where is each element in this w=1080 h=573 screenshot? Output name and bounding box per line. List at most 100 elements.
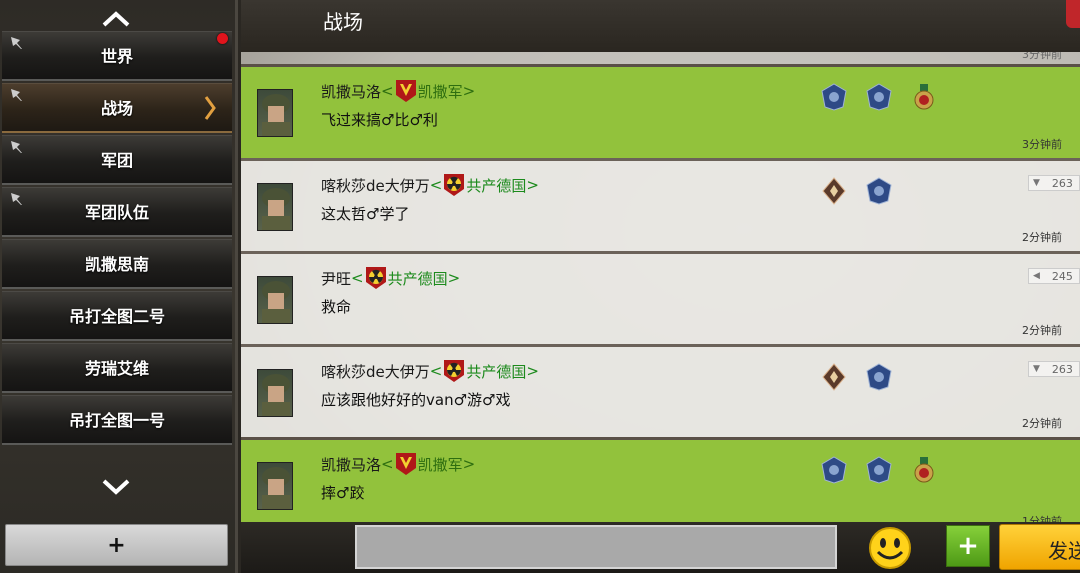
attach-button[interactable]: +: [946, 525, 990, 567]
legion-name[interactable]: 共产德国: [388, 268, 448, 289]
legion-bracket: >: [462, 455, 476, 473]
radiation-emblem-icon: [444, 360, 465, 382]
chat-panel: 战场 3分钟前 凯撒马洛 < 凯撒军 > 飞过来搞♂比♂利 3分钟前 喀秋莎de…: [241, 0, 1080, 573]
message-feed[interactable]: 3分钟前 凯撒马洛 < 凯撒军 > 飞过来搞♂比♂利 3分钟前 喀秋莎de大伊万…: [241, 52, 1080, 522]
radiation-emblem-icon: [444, 174, 465, 196]
sidebar-item-label: 军团队伍: [84, 203, 149, 222]
page-title: 战场: [323, 10, 363, 34]
sender-name[interactable]: 凯撒马洛: [321, 454, 381, 475]
triangle-icon: ◀: [1033, 271, 1040, 281]
legion-bracket: <: [429, 176, 443, 194]
sidebar-item-private-2[interactable]: 吊打全图二号: [2, 291, 232, 341]
sidebar-item-label: 吊打全图一号: [68, 411, 165, 430]
legion-bracket: >: [526, 362, 539, 380]
rank-badge-icon: [866, 456, 892, 484]
close-button[interactable]: [1066, 0, 1080, 28]
legion-bracket: >: [526, 176, 539, 194]
medal-icon: [914, 457, 934, 483]
legion-bracket: <: [381, 455, 394, 473]
legion-emblem-icon: [395, 453, 416, 475]
rank-badge-icon: [821, 456, 847, 484]
input-bar: + 发送: [241, 522, 1080, 573]
soldier-icon: [262, 94, 290, 136]
emoji-icon[interactable]: [868, 526, 912, 570]
message-item[interactable]: 凯撒马洛 < 凯撒军 > 飞过来搞♂比♂利 3分钟前: [241, 64, 1080, 158]
pin-icon: [11, 193, 22, 205]
sidebar-item-legion-team[interactable]: 军团队伍: [2, 187, 232, 237]
legion-name[interactable]: 凯撒军: [418, 454, 463, 475]
sender-name[interactable]: 尹旺: [321, 268, 351, 289]
power-tag: ▼ 263: [1028, 361, 1080, 377]
sender-name[interactable]: 喀秋莎de大伊万: [321, 175, 430, 196]
sidebar-item-label: 世界: [100, 47, 133, 66]
sender-line: 喀秋莎de大伊万 < 共产德国 >: [321, 173, 539, 197]
header: 战场: [241, 0, 1080, 52]
sender-name[interactable]: 喀秋莎de大伊万: [321, 361, 430, 382]
sidebar-item-private-4[interactable]: 吊打全图一号: [2, 395, 232, 445]
legion-name[interactable]: 凯撒军: [418, 81, 463, 102]
legion-emblem-icon: [395, 80, 416, 102]
triangle-icon: ▼: [1033, 364, 1040, 374]
power-value: 263: [1051, 176, 1073, 190]
scroll-down-button[interactable]: [0, 470, 232, 504]
sidebar-item-label: 军团: [100, 151, 133, 170]
message-text: 摔♂跤: [321, 484, 365, 502]
radiation-emblem-icon: [365, 267, 386, 289]
pin-icon: [11, 37, 22, 49]
notification-dot: [217, 33, 228, 44]
rank-badge-icon: [822, 177, 846, 205]
legion-name[interactable]: 共产德国: [466, 175, 526, 196]
rank-badge-icon: [822, 363, 846, 391]
sidebar-item-label: 凯撒思南: [84, 255, 149, 274]
power-tag: ▼ 263: [1028, 175, 1080, 191]
sidebar-item-battlefield[interactable]: 战场: [2, 83, 232, 133]
message-item[interactable]: 喀秋莎de大伊万 < 共产德国 > 应该跟他好好的van♂游♂戏 ▼ 263 2分…: [241, 344, 1080, 437]
soldier-icon: [262, 374, 290, 416]
avatar[interactable]: [257, 183, 293, 231]
message-time: 1分钟前: [1022, 515, 1062, 522]
sender-line: 喀秋莎de大伊万 < 共产德国 >: [321, 359, 539, 383]
sidebar-item-private-3[interactable]: 劳瑞艾维: [2, 343, 232, 393]
soldier-icon: [262, 467, 290, 509]
message-item[interactable]: 喀秋莎de大伊万 < 共产德国 > 这太哲♂学了 ▼ 263 2分钟前: [241, 158, 1080, 251]
sidebar-item-label: 战场: [100, 99, 133, 118]
sidebar-item-legion[interactable]: 军团: [2, 135, 232, 185]
soldier-icon: [262, 188, 290, 230]
avatar[interactable]: [257, 89, 293, 137]
pin-icon: [11, 89, 22, 101]
sidebar-item-label: 劳瑞艾维: [84, 359, 149, 378]
chevron-down-icon: [102, 479, 130, 495]
avatar[interactable]: [257, 369, 293, 417]
sender-name[interactable]: 凯撒马洛: [321, 81, 381, 102]
power-tag: ◀ 245: [1028, 268, 1080, 284]
sidebar-item-private-1[interactable]: 凯撒思南: [2, 239, 232, 289]
medal-icon: [914, 84, 934, 110]
add-channel-button[interactable]: +: [5, 524, 228, 566]
triangle-icon: ▼: [1033, 178, 1040, 188]
chat-input[interactable]: [355, 525, 837, 569]
send-button[interactable]: 发送: [999, 524, 1080, 570]
legion-bracket: <: [351, 269, 364, 287]
rank-badge-icon: [866, 177, 892, 205]
soldier-icon: [262, 281, 290, 323]
message-time: 3分钟前: [1022, 52, 1062, 61]
channel-sidebar: 世界 战场 军团 军团队伍 凯撒思南 吊打全图二号 劳瑞艾维 吊打全图一号 +: [0, 0, 238, 573]
message-item[interactable]: 尹旺 < 共产德国 > 救命 ◀ 245 2分钟前: [241, 251, 1080, 344]
legion-name[interactable]: 共产德国: [466, 361, 526, 382]
avatar[interactable]: [257, 462, 293, 510]
message-text: 这太哲♂学了: [321, 205, 410, 223]
message-item[interactable]: 凯撒马洛 < 凯撒军 > 摔♂跤 1分钟前: [241, 437, 1080, 522]
sender-line: 凯撒马洛 < 凯撒军 >: [321, 452, 475, 476]
legion-bracket: <: [429, 362, 443, 380]
message-time: 3分钟前: [1022, 138, 1062, 151]
message-time: 2分钟前: [1022, 231, 1062, 244]
rank-badge-icon: [866, 83, 892, 111]
pin-icon: [11, 141, 22, 153]
avatar[interactable]: [257, 276, 293, 324]
sender-line: 凯撒马洛 < 凯撒军 >: [321, 79, 475, 103]
message-text: 救命: [321, 298, 352, 316]
sender-line: 尹旺 < 共产德国 >: [321, 266, 460, 290]
legion-bracket: <: [381, 82, 394, 100]
sidebar-item-world[interactable]: 世界: [2, 31, 232, 81]
rank-badge-icon: [821, 83, 847, 111]
